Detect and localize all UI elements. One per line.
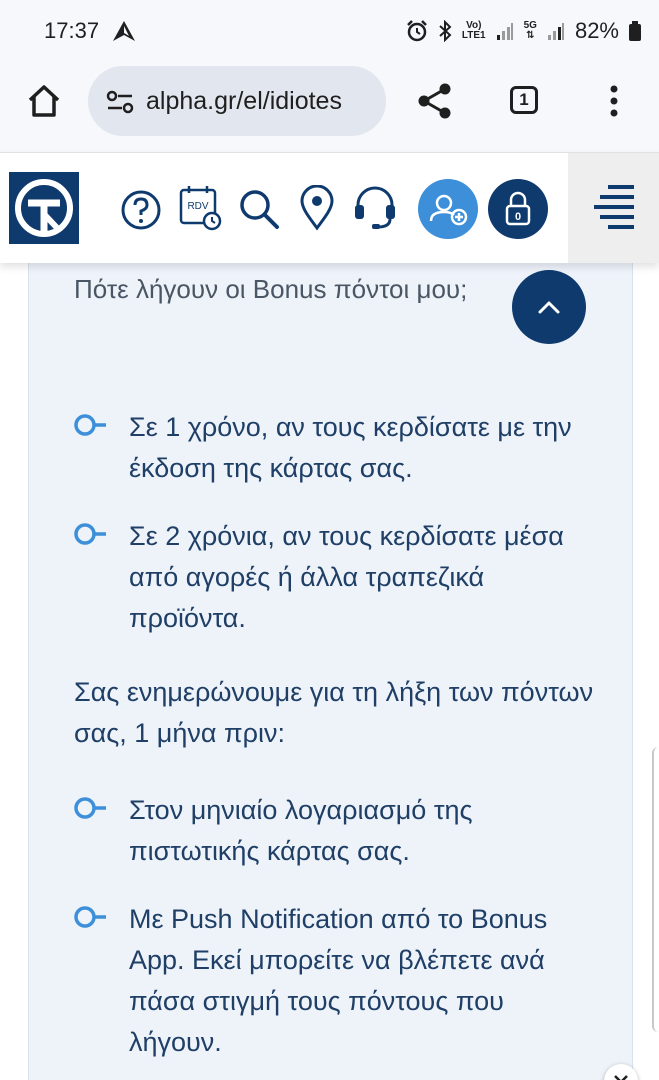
notify-text: Με Push Notification από το Bonus App. Ε…: [129, 904, 548, 1057]
more-vert-icon[interactable]: [608, 84, 620, 118]
browser-toolbar: alpha.gr/el/idiotes 1: [0, 62, 659, 152]
bluetooth-icon: [439, 20, 452, 42]
location-icon[interactable]: [298, 185, 336, 231]
add-user-icon: [429, 194, 468, 226]
status-time: 17:37: [44, 18, 100, 43]
appointment-icon[interactable]: RDV: [178, 183, 224, 231]
home-icon[interactable]: [26, 84, 62, 118]
expiry-notice: Σας ενημερώνουμε για τη λήξη των πόντων …: [74, 677, 594, 748]
lock-icon: 0: [505, 191, 531, 226]
bullet-icon: [74, 797, 106, 819]
share-icon[interactable]: [416, 82, 454, 120]
site-info-icon[interactable]: [106, 90, 134, 114]
notify-text: Στον μηνιαίο λογαριασμό της πιστωτικής κ…: [129, 795, 473, 866]
bullet-icon: [74, 906, 106, 928]
answer-text: Σε 1 χρόνο, αν τους κερδίσατε με την έκδ…: [129, 412, 572, 483]
answer-item: Σε 2 χρόνια, αν τους κερδίσατε μέσα από …: [74, 516, 594, 646]
answer-item: Σε 1 χρόνο, αν τους κερδίσατε με την έκδ…: [74, 407, 594, 497]
menu-button[interactable]: [568, 153, 659, 263]
volte-indicator: Vo) LTE1: [461, 20, 486, 41]
chevron-up-icon: [538, 301, 560, 314]
hamburger-menu-icon: [594, 185, 634, 229]
chevron-down-icon: [614, 1075, 628, 1080]
battery-icon: [629, 21, 641, 41]
battery-percent: 82%: [574, 18, 619, 43]
scroll-indicator[interactable]: [652, 747, 659, 1032]
alarm-icon: [407, 20, 427, 42]
register-button[interactable]: [418, 179, 478, 239]
lock-count: 0: [515, 211, 521, 223]
status-icons: Vo) LTE1 5G ⇅ 82%: [406, 16, 641, 46]
tabs-button[interactable]: 1: [510, 86, 538, 114]
login-button[interactable]: 0: [488, 179, 548, 239]
help-icon[interactable]: [120, 189, 162, 231]
notify-item: Στον μηνιαίο λογαριασμό της πιστωτικής κ…: [74, 790, 594, 880]
bullet-icon: [74, 414, 106, 436]
bullet-icon: [74, 523, 106, 545]
notify-item: Με Push Notification από το Bonus App. Ε…: [74, 899, 594, 1069]
rdv-label: RDV: [187, 201, 208, 212]
site-header: RDV 0: [0, 152, 659, 263]
signal-icon-2: [547, 23, 564, 40]
answer-text: Σε 2 χρόνια, αν τους κερδίσατε μέσα από …: [129, 521, 564, 633]
address-bar[interactable]: alpha.gr/el/idiotes: [88, 66, 386, 136]
alpha-logo-mark: [15, 179, 73, 237]
faq-question[interactable]: Πότε λήγουν οι Bonus πόντοι μου;: [74, 270, 494, 308]
collapse-button[interactable]: [512, 270, 586, 344]
status-bar: 17:37 Vo) LTE1 5G ⇅ 82%: [0, 0, 659, 62]
url-text[interactable]: alpha.gr/el/idiotes: [146, 87, 342, 116]
floating-close-button[interactable]: [604, 1064, 638, 1080]
5g-indicator: 5G ⇅: [523, 20, 537, 41]
alpha-bank-logo[interactable]: [9, 172, 79, 244]
signal-icon: [496, 23, 513, 40]
support-headset-icon[interactable]: [352, 183, 398, 231]
nav-arrow-icon: [113, 21, 135, 41]
search-icon[interactable]: [238, 188, 280, 230]
page-content: Πότε λήγουν οι Bonus πόντοι μου; Σε 1 χρ…: [0, 262, 659, 1080]
